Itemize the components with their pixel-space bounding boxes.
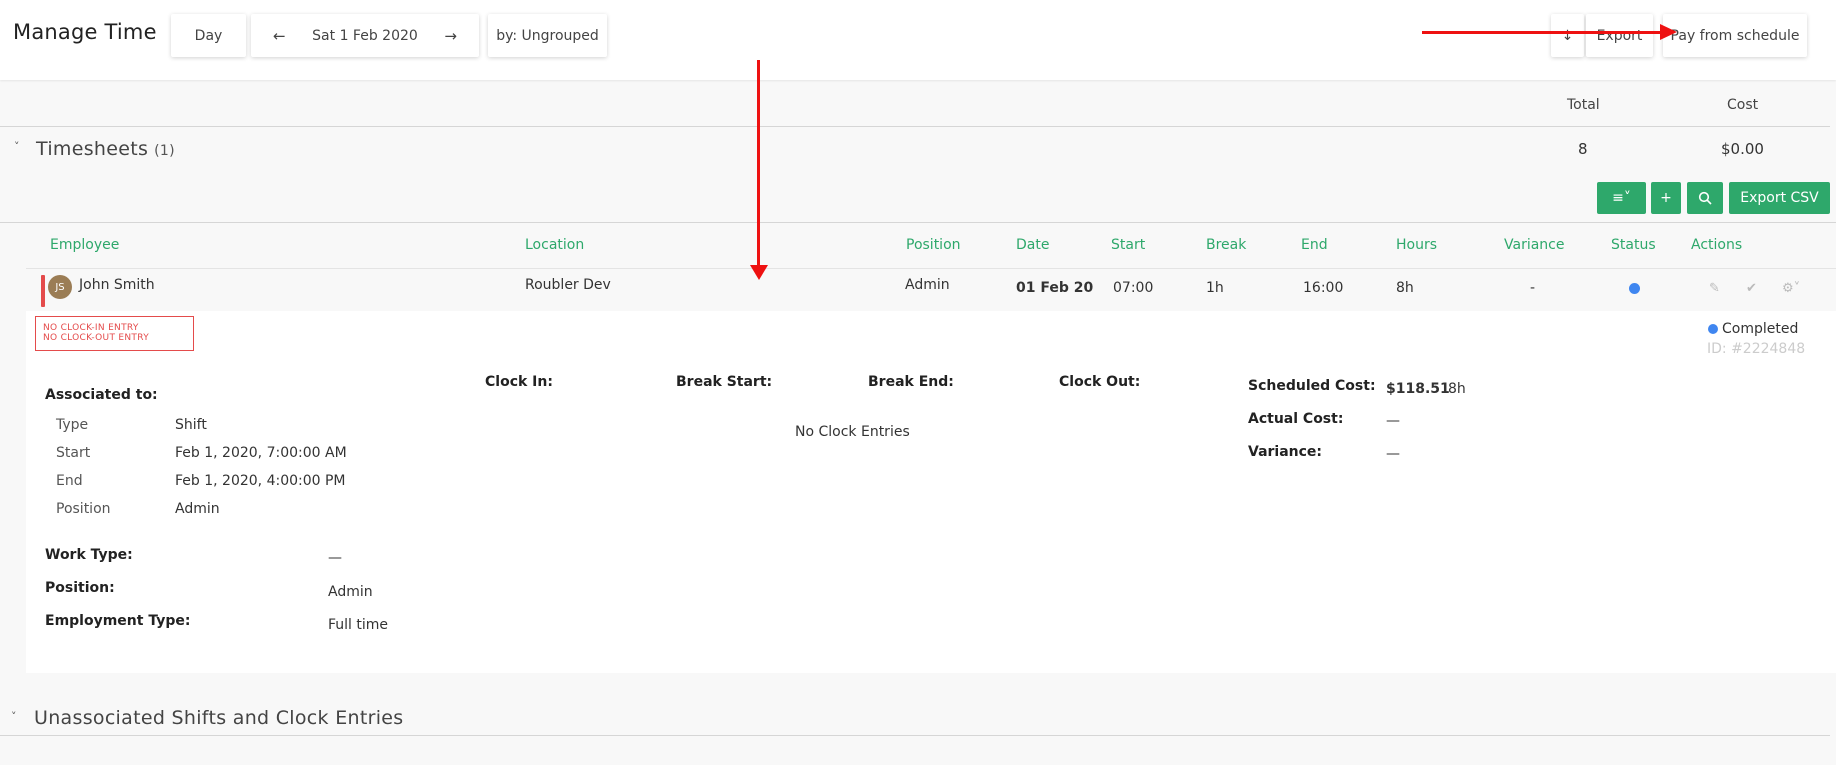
col-actions: Actions — [1691, 237, 1743, 253]
position-label: Position: — [45, 580, 115, 596]
associated-to-label: Associated to: — [45, 387, 158, 403]
status-dot — [1629, 283, 1640, 294]
add-timesheet-button[interactable]: + — [1651, 182, 1681, 214]
divider — [0, 126, 1830, 127]
no-clock-in-warning: NO CLOCK-IN ENTRY — [43, 323, 139, 333]
timesheets-cost-value: $0.00 — [1721, 140, 1764, 158]
clock-in-label: Clock In: — [485, 374, 553, 390]
scheduled-cost-label: Scheduled Cost: — [1248, 378, 1376, 394]
divider — [26, 268, 1836, 269]
assoc-position-value: Admin — [175, 501, 220, 517]
variance-value: — — [1386, 446, 1400, 462]
assoc-end-value: Feb 1, 2020, 4:00:00 PM — [175, 473, 346, 489]
page-title: Manage Time — [13, 20, 157, 44]
work-type-value: — — [328, 550, 342, 566]
col-break[interactable]: Break — [1206, 237, 1246, 253]
pay-from-schedule-button[interactable]: Pay from schedule — [1663, 14, 1807, 57]
top-bar: Manage Time Day ← Sat 1 Feb 2020 → by: U… — [0, 0, 1836, 80]
break-cell: 1h — [1206, 280, 1224, 296]
assoc-type-value: Shift — [175, 417, 207, 433]
unassociated-section-title[interactable]: Unassociated Shifts and Clock Entries — [34, 707, 403, 729]
actual-cost-value: — — [1386, 413, 1400, 429]
settings-gear-icon[interactable]: ⚙˅ — [1782, 281, 1800, 296]
position-value: Admin — [328, 584, 373, 600]
warning-flag — [41, 275, 45, 307]
annotation-arrow-line — [757, 60, 760, 270]
break-start-label: Break Start: — [676, 374, 773, 390]
col-start[interactable]: Start — [1111, 237, 1145, 253]
employee-name[interactable]: John Smith — [79, 277, 155, 293]
col-variance[interactable]: Variance — [1504, 237, 1564, 253]
scheduled-cost-value: $118.51 — [1386, 381, 1450, 397]
assoc-type-key: Type — [56, 417, 89, 433]
timesheet-detail-panel — [26, 311, 1836, 673]
assoc-end-key: End — [56, 473, 83, 489]
divider — [0, 735, 1830, 736]
annotation-arrowhead-down — [750, 265, 768, 280]
timesheets-total-value: 8 — [1578, 140, 1588, 158]
edit-icon[interactable]: ✎ — [1709, 281, 1720, 296]
scheduled-hours: 8h — [1448, 381, 1466, 397]
completed-status-dot — [1708, 324, 1718, 334]
variance-cell: - — [1530, 280, 1536, 296]
column-menu-button[interactable]: ≡˅ — [1597, 182, 1646, 214]
record-id: ID: #2224848 — [1707, 341, 1806, 357]
status-text: Completed — [1722, 321, 1799, 337]
break-end-label: Break End: — [868, 374, 954, 390]
variance-label: Variance: — [1248, 444, 1323, 460]
assoc-start-key: Start — [56, 445, 91, 461]
col-end[interactable]: End — [1301, 237, 1328, 253]
approve-check-icon[interactable]: ✔ — [1746, 281, 1757, 296]
position-cell: Admin — [905, 277, 950, 293]
col-employee[interactable]: Employee — [50, 237, 119, 253]
hours-cell: 8h — [1396, 280, 1414, 296]
no-clock-entries: No Clock Entries — [795, 424, 910, 440]
employment-type-label: Employment Type: — [45, 613, 191, 629]
annotation-arrowhead-right — [1660, 24, 1677, 40]
unassociated-collapse-icon[interactable]: ˅ — [11, 710, 17, 723]
col-status[interactable]: Status — [1611, 237, 1656, 253]
start-cell: 07:00 — [1113, 280, 1154, 296]
avatar: JS — [48, 275, 72, 299]
employment-type-value: Full time — [328, 617, 389, 633]
col-hours[interactable]: Hours — [1396, 237, 1437, 253]
total-column-header: Total — [1567, 97, 1600, 113]
cost-column-header: Cost — [1727, 97, 1759, 113]
no-clock-out-warning: NO CLOCK-OUT ENTRY — [43, 333, 149, 343]
col-date[interactable]: Date — [1016, 237, 1049, 253]
export-button[interactable]: Export — [1586, 14, 1653, 57]
next-day-icon[interactable]: → — [444, 27, 457, 45]
view-day-button[interactable]: Day — [171, 14, 246, 57]
col-location[interactable]: Location — [525, 237, 584, 253]
divider — [0, 222, 1836, 223]
clock-out-label: Clock Out: — [1059, 374, 1141, 390]
clock-warning-box: NO CLOCK-IN ENTRY NO CLOCK-OUT ENTRY — [35, 316, 194, 351]
export-csv-button[interactable]: Export CSV — [1729, 182, 1830, 214]
work-type-label: Work Type: — [45, 547, 133, 563]
col-position[interactable]: Position — [906, 237, 961, 253]
section-title-text: Timesheets — [36, 138, 149, 160]
end-cell: 16:00 — [1303, 280, 1344, 296]
search-icon — [1698, 191, 1712, 205]
assoc-start-value: Feb 1, 2020, 7:00:00 AM — [175, 445, 347, 461]
timesheets-collapse-icon[interactable]: ˅ — [14, 140, 20, 153]
annotation-arrow-line — [1422, 31, 1662, 34]
date-cell: 01 Feb 20 — [1016, 280, 1094, 296]
timesheets-section-title[interactable]: Timesheets (1) — [36, 138, 175, 160]
date-navigator: ← Sat 1 Feb 2020 → — [251, 14, 479, 57]
download-icon[interactable]: ↓ — [1551, 14, 1584, 57]
assoc-position-key: Position — [56, 501, 111, 517]
timesheets-count: (1) — [154, 143, 175, 159]
current-date: Sat 1 Feb 2020 — [312, 27, 418, 44]
location-cell: Roubler Dev — [525, 277, 611, 293]
actual-cost-label: Actual Cost: — [1248, 411, 1344, 427]
prev-day-icon[interactable]: ← — [273, 27, 286, 45]
group-by-button[interactable]: by: Ungrouped — [488, 14, 607, 57]
search-button[interactable] — [1687, 182, 1723, 214]
